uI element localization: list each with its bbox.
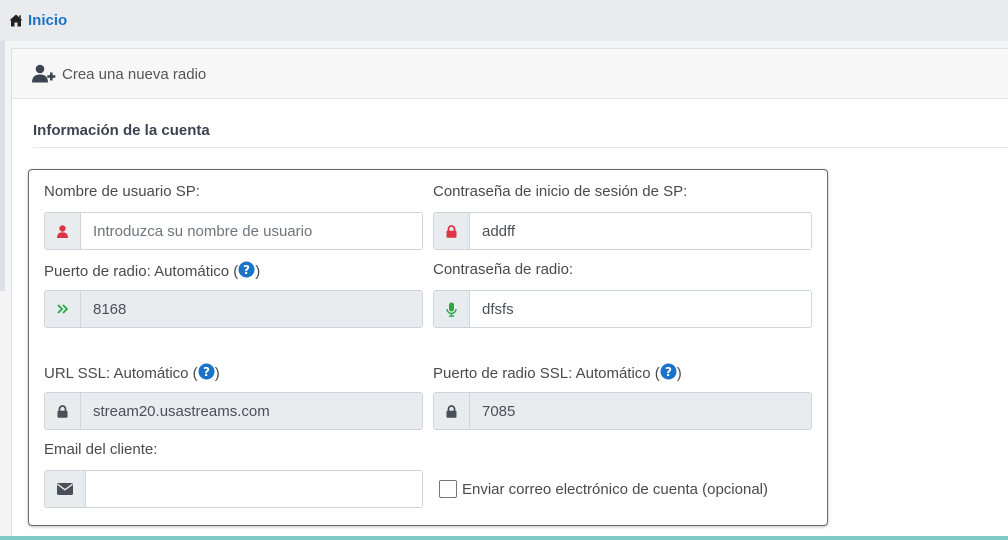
radio-port-input bbox=[81, 291, 422, 327]
home-tab[interactable]: Inicio bbox=[3, 0, 73, 41]
lock-icon bbox=[434, 213, 470, 249]
send-email-checkbox[interactable] bbox=[439, 480, 457, 498]
username-input[interactable] bbox=[81, 213, 422, 249]
svg-text:?: ? bbox=[665, 365, 672, 379]
svg-text:?: ? bbox=[203, 365, 210, 379]
chevrons-right-icon bbox=[45, 291, 81, 327]
password-input[interactable] bbox=[470, 213, 811, 249]
ssl-port-input bbox=[470, 393, 811, 429]
send-email-option[interactable]: Enviar correo electrónico de cuenta (opc… bbox=[439, 480, 768, 498]
create-radio-card: Crea una nueva radio Información de la c… bbox=[11, 48, 1008, 540]
password-label: Contraseña de inicio de sesión de SP: bbox=[433, 183, 688, 200]
section-title: Información de la cuenta bbox=[33, 122, 210, 139]
client-email-input[interactable] bbox=[86, 471, 422, 507]
add-user-icon bbox=[32, 64, 56, 88]
ssl-port-label: Puerto de radio SSL: Automático (?) bbox=[433, 363, 682, 384]
top-tabbar: Inicio bbox=[0, 0, 1008, 41]
radio-password-label: Contraseña de radio: bbox=[433, 261, 574, 278]
ssl-port-group bbox=[433, 392, 812, 430]
svg-text:?: ? bbox=[243, 263, 250, 277]
password-group bbox=[433, 212, 812, 250]
client-email-label: Email del cliente: bbox=[44, 441, 158, 458]
radio-port-group bbox=[44, 290, 423, 328]
home-tab-label: Inicio bbox=[28, 12, 68, 29]
section-divider bbox=[33, 147, 1008, 148]
user-icon bbox=[45, 213, 81, 249]
help-icon[interactable]: ? bbox=[238, 261, 255, 282]
microphone-icon bbox=[434, 291, 470, 327]
home-icon bbox=[9, 14, 23, 27]
radio-port-label: Puerto de radio: Automático (?) bbox=[44, 261, 261, 282]
card-header: Crea una nueva radio bbox=[12, 49, 1008, 99]
username-group bbox=[44, 212, 423, 250]
radio-password-group bbox=[433, 290, 812, 328]
client-email-group bbox=[44, 470, 423, 508]
help-icon[interactable]: ? bbox=[660, 363, 677, 384]
ssl-url-label: URL SSL: Automático (?) bbox=[44, 363, 220, 384]
lock-icon bbox=[45, 393, 81, 429]
help-icon[interactable]: ? bbox=[198, 363, 215, 384]
lock-icon bbox=[434, 393, 470, 429]
username-label: Nombre de usuario SP: bbox=[44, 183, 200, 200]
envelope-icon bbox=[45, 471, 86, 507]
ssl-url-group bbox=[44, 392, 423, 430]
bottom-accent-strip bbox=[0, 536, 1008, 540]
ssl-url-input bbox=[81, 393, 422, 429]
send-email-label: Enviar correo electrónico de cuenta (opc… bbox=[462, 480, 768, 498]
card-title: Crea una nueva radio bbox=[62, 66, 207, 83]
account-form: Nombre de usuario SP: Contraseña de inic… bbox=[28, 169, 828, 526]
radio-password-input[interactable] bbox=[470, 291, 811, 327]
left-scroll-edge bbox=[0, 41, 5, 291]
